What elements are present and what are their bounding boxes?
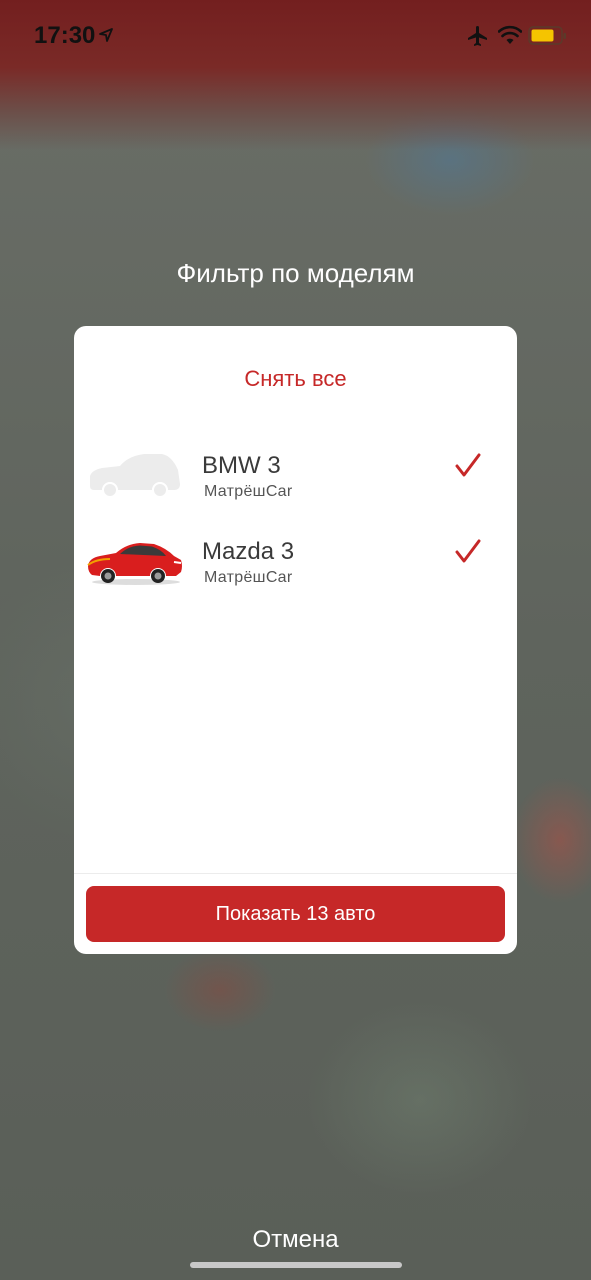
status-time: 17:30 bbox=[34, 22, 96, 49]
divider bbox=[74, 873, 517, 874]
airplane-icon bbox=[468, 26, 487, 46]
model-provider: МатрёшCar bbox=[204, 569, 293, 586]
car-placeholder-icon bbox=[90, 454, 180, 498]
red-car-image bbox=[87, 543, 182, 585]
checkmark-icon bbox=[455, 453, 481, 477]
battery-icon bbox=[528, 26, 566, 45]
list-item-bmw-3[interactable]: BMW 3 МатрёшCar bbox=[74, 438, 517, 518]
model-provider: МатрёшCar bbox=[204, 483, 293, 500]
location-arrow-icon bbox=[99, 28, 113, 42]
wifi-icon bbox=[498, 25, 522, 44]
screen-title: Фильтр по моделям bbox=[176, 258, 415, 288]
checkmark-icon bbox=[455, 539, 481, 563]
model-name: BMW 3 bbox=[202, 452, 281, 479]
home-indicator bbox=[190, 1262, 402, 1268]
show-cars-button[interactable]: Показать 13 авто bbox=[86, 886, 505, 942]
deselect-all-button[interactable]: Снять все bbox=[74, 366, 517, 392]
model-name: Mazda 3 bbox=[202, 538, 295, 565]
cancel-button[interactable]: Отмена bbox=[0, 1226, 591, 1254]
list-item-mazda-3[interactable]: Mazda 3 МатрёшCar bbox=[74, 524, 517, 604]
status-bar: 17:30 bbox=[0, 0, 591, 70]
model-filter-card: Снять все BMW 3 МатрёшCar Mazda 3 Матрёш… bbox=[74, 326, 517, 954]
